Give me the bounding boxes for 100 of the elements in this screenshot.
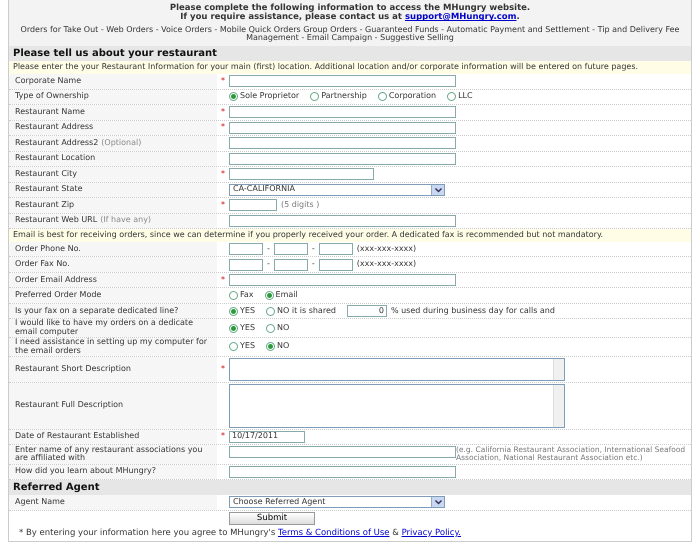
- text-area[interactable]: [229, 384, 565, 428]
- radio-button[interactable]: [447, 92, 456, 102]
- phone-field[interactable]: [318, 258, 353, 271]
- field-label: Order Phone No.: [15, 244, 81, 254]
- phone-field[interactable]: [229, 258, 263, 271]
- radio-label: Partnership: [321, 92, 367, 102]
- radio-button[interactable]: [266, 342, 276, 352]
- zip-field[interactable]: [229, 199, 277, 212]
- format-hint: (xxx-xxx-xxxx): [356, 244, 416, 254]
- field-hint: (If have any): [100, 216, 152, 226]
- radio-label: LLC: [458, 92, 473, 102]
- support-email-link[interactable]: support@MHungry.com: [404, 12, 517, 22]
- radio-label: Sole Proprietor: [240, 92, 300, 102]
- text-field[interactable]: [229, 214, 456, 227]
- field-hint: (Optional): [101, 138, 142, 148]
- required-mark: *: [221, 432, 225, 442]
- format-hint: (5 digits ): [281, 200, 320, 210]
- terms-link[interactable]: Terms & Conditions of Use: [278, 528, 390, 538]
- caret-icon: [432, 497, 445, 508]
- date-field[interactable]: 10/17/2011: [229, 430, 305, 443]
- field-label: Restaurant Zip: [15, 200, 74, 210]
- field-label: Agent Name: [15, 498, 65, 507]
- phone-field[interactable]: [274, 243, 308, 256]
- field-label: Restaurant Full Description: [15, 401, 124, 410]
- radio-button[interactable]: [266, 306, 276, 316]
- radio-button[interactable]: [266, 324, 276, 333]
- phone-field[interactable]: [318, 243, 353, 256]
- radio-button[interactable]: [378, 92, 387, 102]
- field-label: Restaurant Name: [15, 108, 85, 117]
- percent-text: % used during business day for calls and: [390, 306, 555, 316]
- text-field[interactable]: [229, 122, 456, 134]
- privacy-link[interactable]: Privacy Policy.: [402, 528, 461, 538]
- section-heading: Please tell us about your restaurant: [9, 46, 691, 62]
- dropdown[interactable]: Choose Referred Agent: [229, 496, 445, 508]
- format-hint: (xxx-xxx-xxxx): [356, 260, 416, 270]
- radio-button[interactable]: [229, 324, 238, 333]
- scrollbar: [553, 358, 564, 380]
- radio-label: NO: [277, 342, 290, 352]
- required-mark: *: [221, 364, 225, 374]
- radio-label: Corporation: [388, 92, 436, 102]
- field-label: Restaurant Web URL: [15, 216, 98, 226]
- radio-label: NO it is shared: [277, 306, 336, 316]
- required-mark: *: [221, 108, 225, 117]
- radio-button[interactable]: [229, 306, 238, 316]
- required-mark: *: [221, 276, 225, 285]
- radio-label: Email: [276, 291, 298, 300]
- field-label: I need assistance in setting up my computer for the email orders: [15, 338, 208, 356]
- text-field[interactable]: [229, 466, 456, 478]
- instruction-text: Please complete the following information to access the MHungry website.: [168, 4, 532, 13]
- radio-button[interactable]: [310, 92, 320, 102]
- radio-label: YES: [240, 342, 256, 352]
- dropdown[interactable]: CA-CALIFORNIA: [229, 184, 445, 196]
- field-label: How did you learn about MHungry?: [15, 467, 156, 476]
- field-label: Order Email Address: [15, 276, 97, 285]
- submit-button[interactable]: Submit: [229, 512, 315, 525]
- info-note: Please enter the your Restaurant Information for your main (first) location. Additional location and/or corporate information will be entered on future pages.: [9, 61, 691, 74]
- terms-text: * By entering your information here you agree to MHungry's Terms & Conditions of Use & Privacy Policy.: [18, 527, 462, 540]
- field-label: Type of Ownership: [15, 92, 89, 102]
- percent-field[interactable]: 0: [346, 305, 387, 318]
- text-field[interactable]: [229, 168, 374, 180]
- field-label: Restaurant Address: [15, 123, 94, 132]
- period-text: .: [516, 12, 520, 22]
- phone-field[interactable]: [274, 258, 308, 271]
- field-label: Restaurant Short Description: [15, 364, 131, 374]
- phone-field[interactable]: [229, 243, 263, 256]
- text-field[interactable]: [229, 137, 456, 150]
- radio-label: YES: [240, 306, 256, 316]
- text-field[interactable]: [229, 446, 456, 458]
- radio-button[interactable]: [229, 92, 238, 102]
- field-label: Preferred Order Mode: [15, 291, 102, 300]
- section-heading: Referred Agent: [9, 480, 691, 496]
- separator-text: -: [267, 244, 270, 254]
- text-field[interactable]: [229, 106, 456, 118]
- field-label: Restaurant Location: [15, 154, 96, 164]
- separator-text: -: [312, 260, 315, 270]
- field-label: Restaurant City: [15, 170, 78, 179]
- field-label: Corporate Name: [15, 76, 82, 86]
- separator-text: -: [312, 244, 315, 254]
- text-field[interactable]: [229, 75, 456, 88]
- radio-label: Fax: [240, 291, 254, 300]
- text-field[interactable]: [229, 274, 456, 286]
- radio-label: YES: [240, 324, 256, 333]
- required-mark: *: [221, 200, 225, 210]
- radio-button[interactable]: [229, 291, 238, 300]
- assistance-text: If you require assistance, please contact us at: [180, 12, 402, 22]
- field-label: Is your fax on a separate dedicated line?: [15, 306, 178, 316]
- radio-button[interactable]: [264, 291, 274, 300]
- text-field[interactable]: [229, 152, 456, 165]
- scrollbar: [553, 384, 564, 427]
- required-mark: *: [221, 170, 225, 179]
- text-area[interactable]: [229, 358, 565, 381]
- field-label: Date of Restaurant Established: [15, 432, 140, 442]
- required-mark: *: [221, 76, 225, 86]
- info-note: Email is best for receiving orders, since we can determine if you properly received your order. A dedicated fax is recommended but not mandatory.: [9, 229, 691, 242]
- separator-text: -: [267, 260, 270, 270]
- required-mark: *: [221, 123, 225, 132]
- field-label: I would like to have my orders on a dedicate email computer: [15, 319, 194, 337]
- radio-button[interactable]: [229, 342, 238, 352]
- field-label: Enter name of any restaurant associations you are affiliated with: [15, 446, 204, 464]
- field-label: Order Fax No.: [15, 260, 70, 270]
